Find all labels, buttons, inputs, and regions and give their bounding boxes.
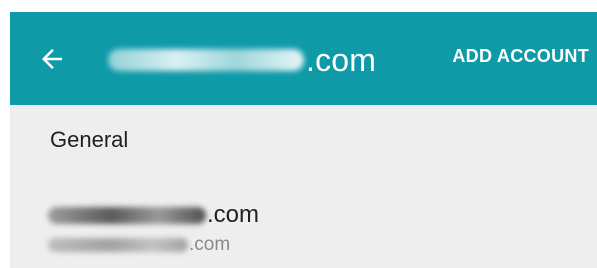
general-settings-item[interactable]: General (50, 127, 128, 153)
account-primary-suffix: .com (207, 201, 260, 228)
settings-screen: .com ADD ACCOUNT General .com .com (10, 12, 597, 268)
account-title: .com (108, 40, 376, 80)
account-title-suffix: .com (306, 41, 377, 78)
arrow-left-icon (42, 49, 62, 69)
account-list-item[interactable]: .com .com (10, 197, 597, 268)
account-primary-text: .com (48, 201, 259, 229)
account-secondary-suffix: .com (189, 234, 231, 255)
redacted-email-blur (48, 238, 188, 252)
redacted-email-blur (108, 49, 304, 71)
account-secondary-text: .com (48, 234, 230, 256)
redacted-email-blur (48, 206, 206, 224)
settings-list: General .com .com (10, 105, 597, 268)
add-account-button[interactable]: ADD ACCOUNT (452, 46, 589, 67)
back-button[interactable] (30, 37, 74, 81)
app-bar: .com ADD ACCOUNT (10, 12, 597, 105)
